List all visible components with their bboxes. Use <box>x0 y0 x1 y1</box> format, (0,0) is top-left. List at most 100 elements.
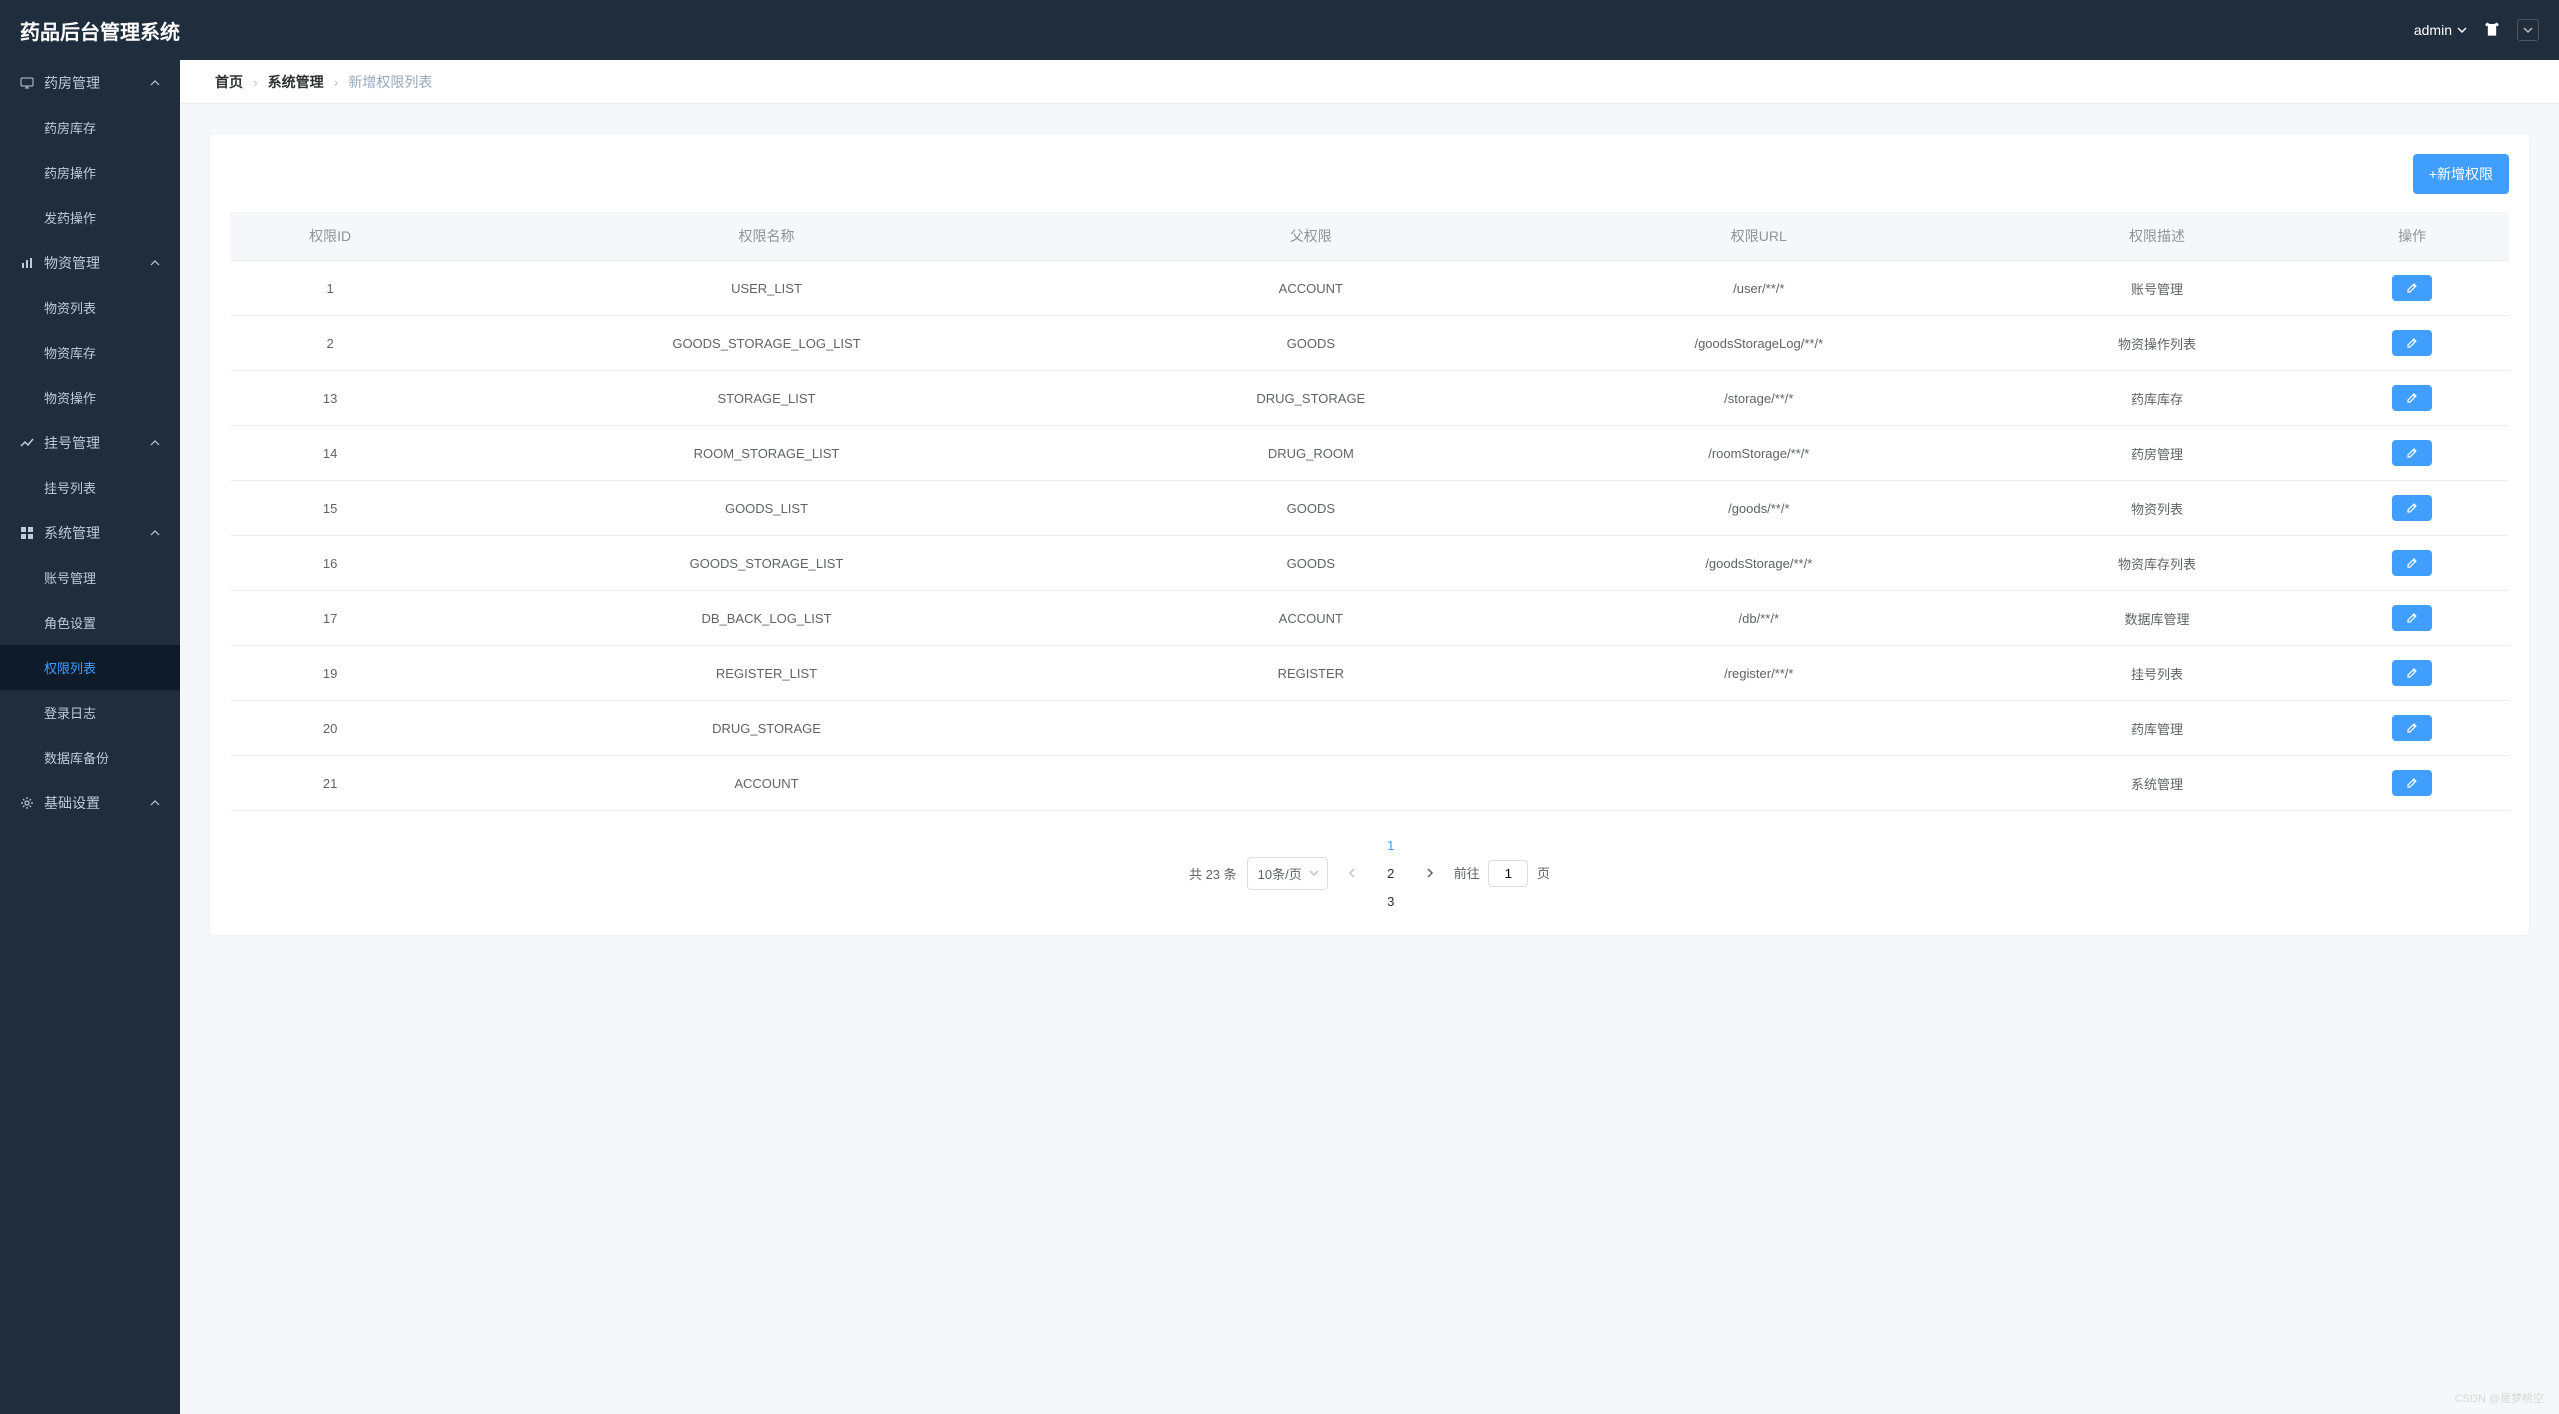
header-options-button[interactable] <box>2517 19 2539 41</box>
menu-item[interactable]: 账号管理 <box>0 555 180 600</box>
menu-group-label: 基础设置 <box>44 793 100 813</box>
cell-url <box>1519 701 1999 756</box>
cell-id: 16 <box>230 536 430 591</box>
column-header: 权限名称 <box>430 212 1103 261</box>
menu-group-1[interactable]: 物资管理 <box>0 240 180 285</box>
cell-url: /storage/**/* <box>1519 371 1999 426</box>
chevron-up-icon <box>150 435 160 451</box>
cell-parent: REGISTER <box>1103 646 1519 701</box>
tshirt-icon[interactable] <box>2482 19 2502 42</box>
pagination-next[interactable] <box>1416 859 1444 887</box>
cell-actions <box>2315 371 2509 426</box>
edit-button[interactable] <box>2392 550 2432 576</box>
cell-actions <box>2315 426 2509 481</box>
menu-item[interactable]: 药房操作 <box>0 150 180 195</box>
chart-icon <box>20 256 34 270</box>
menu-group-label: 药房管理 <box>44 73 100 93</box>
table-row: 20DRUG_STORAGE药库管理 <box>230 701 2509 756</box>
cell-actions <box>2315 261 2509 316</box>
cell-name: ROOM_STORAGE_LIST <box>430 426 1103 481</box>
cell-desc: 药房管理 <box>1999 426 2315 481</box>
cell-name: REGISTER_LIST <box>430 646 1103 701</box>
edit-button[interactable] <box>2392 770 2432 796</box>
cell-name: USER_LIST <box>430 261 1103 316</box>
cell-parent: DRUG_STORAGE <box>1103 371 1519 426</box>
chevron-up-icon <box>150 255 160 271</box>
menu-item[interactable]: 数据库备份 <box>0 735 180 780</box>
edit-button[interactable] <box>2392 605 2432 631</box>
cell-parent: DRUG_ROOM <box>1103 426 1519 481</box>
cell-id: 17 <box>230 591 430 646</box>
pagination-total: 共 23 条 <box>1189 864 1237 883</box>
cell-desc: 挂号列表 <box>1999 646 2315 701</box>
page-number[interactable]: 2 <box>1376 859 1406 887</box>
pagination-jump: 前往 页 <box>1454 860 1550 887</box>
menu-item[interactable]: 权限列表 <box>0 645 180 690</box>
monitor-icon <box>20 76 34 90</box>
user-dropdown[interactable]: admin <box>2414 22 2467 38</box>
cell-actions <box>2315 481 2509 536</box>
cell-desc: 账号管理 <box>1999 261 2315 316</box>
edit-button[interactable] <box>2392 495 2432 521</box>
menu-item[interactable]: 药房库存 <box>0 105 180 150</box>
cell-name: GOODS_LIST <box>430 481 1103 536</box>
breadcrumb-section[interactable]: 系统管理 <box>268 72 324 92</box>
cell-parent: ACCOUNT <box>1103 591 1519 646</box>
menu-item[interactable]: 物资库存 <box>0 330 180 375</box>
goto-prefix: 前往 <box>1454 866 1480 881</box>
cell-parent: ACCOUNT <box>1103 261 1519 316</box>
cell-desc: 数据库管理 <box>1999 591 2315 646</box>
cell-id: 21 <box>230 756 430 811</box>
cell-url: /goods/**/* <box>1519 481 1999 536</box>
watermark: CSDN @是梦桃空 <box>2455 1390 2544 1406</box>
table-row: 16GOODS_STORAGE_LISTGOODS/goodsStorage/*… <box>230 536 2509 591</box>
cell-actions <box>2315 316 2509 371</box>
breadcrumb: 首页 › 系统管理 › 新增权限列表 <box>180 60 2559 104</box>
page-number[interactable]: 1 <box>1376 831 1406 859</box>
pagination-prev[interactable] <box>1338 859 1366 887</box>
breadcrumb-home[interactable]: 首页 <box>215 72 243 92</box>
cell-name: DB_BACK_LOG_LIST <box>430 591 1103 646</box>
cell-actions <box>2315 536 2509 591</box>
pagination: 共 23 条 10条/页 123 前往 <box>230 831 2509 915</box>
page-size-select[interactable]: 10条/页 <box>1247 857 1328 890</box>
menu-item[interactable]: 物资列表 <box>0 285 180 330</box>
menu-item[interactable]: 登录日志 <box>0 690 180 735</box>
table-row: 2GOODS_STORAGE_LOG_LISTGOODS/goodsStorag… <box>230 316 2509 371</box>
menu-group-2[interactable]: 挂号管理 <box>0 420 180 465</box>
menu-group-0[interactable]: 药房管理 <box>0 60 180 105</box>
edit-button[interactable] <box>2392 385 2432 411</box>
menu-group-3[interactable]: 系统管理 <box>0 510 180 555</box>
cell-url: /db/**/* <box>1519 591 1999 646</box>
column-header: 权限描述 <box>1999 212 2315 261</box>
menu-group-label: 物资管理 <box>44 253 100 273</box>
cell-url: /register/**/* <box>1519 646 1999 701</box>
edit-button[interactable] <box>2392 275 2432 301</box>
menu-group-4[interactable]: 基础设置 <box>0 780 180 825</box>
cell-parent <box>1103 756 1519 811</box>
goto-input[interactable] <box>1488 860 1528 887</box>
menu-item[interactable]: 角色设置 <box>0 600 180 645</box>
cell-actions <box>2315 591 2509 646</box>
menu-item[interactable]: 物资操作 <box>0 375 180 420</box>
cell-name: ACCOUNT <box>430 756 1103 811</box>
cell-actions <box>2315 646 2509 701</box>
goto-suffix: 页 <box>1537 866 1550 881</box>
page-number[interactable]: 3 <box>1376 887 1406 915</box>
column-header: 权限ID <box>230 212 430 261</box>
cell-desc: 物资库存列表 <box>1999 536 2315 591</box>
gear-icon <box>20 796 34 810</box>
chevron-right-icon: › <box>334 74 339 90</box>
add-permission-button[interactable]: +新增权限 <box>2413 154 2509 194</box>
toolbar: +新增权限 <box>230 154 2509 194</box>
edit-button[interactable] <box>2392 715 2432 741</box>
edit-button[interactable] <box>2392 660 2432 686</box>
grid-icon <box>20 526 34 540</box>
edit-button[interactable] <box>2392 330 2432 356</box>
menu-item[interactable]: 发药操作 <box>0 195 180 240</box>
menu-item[interactable]: 挂号列表 <box>0 465 180 510</box>
cell-id: 19 <box>230 646 430 701</box>
column-header: 权限URL <box>1519 212 1999 261</box>
edit-button[interactable] <box>2392 440 2432 466</box>
trend-icon <box>20 436 34 450</box>
